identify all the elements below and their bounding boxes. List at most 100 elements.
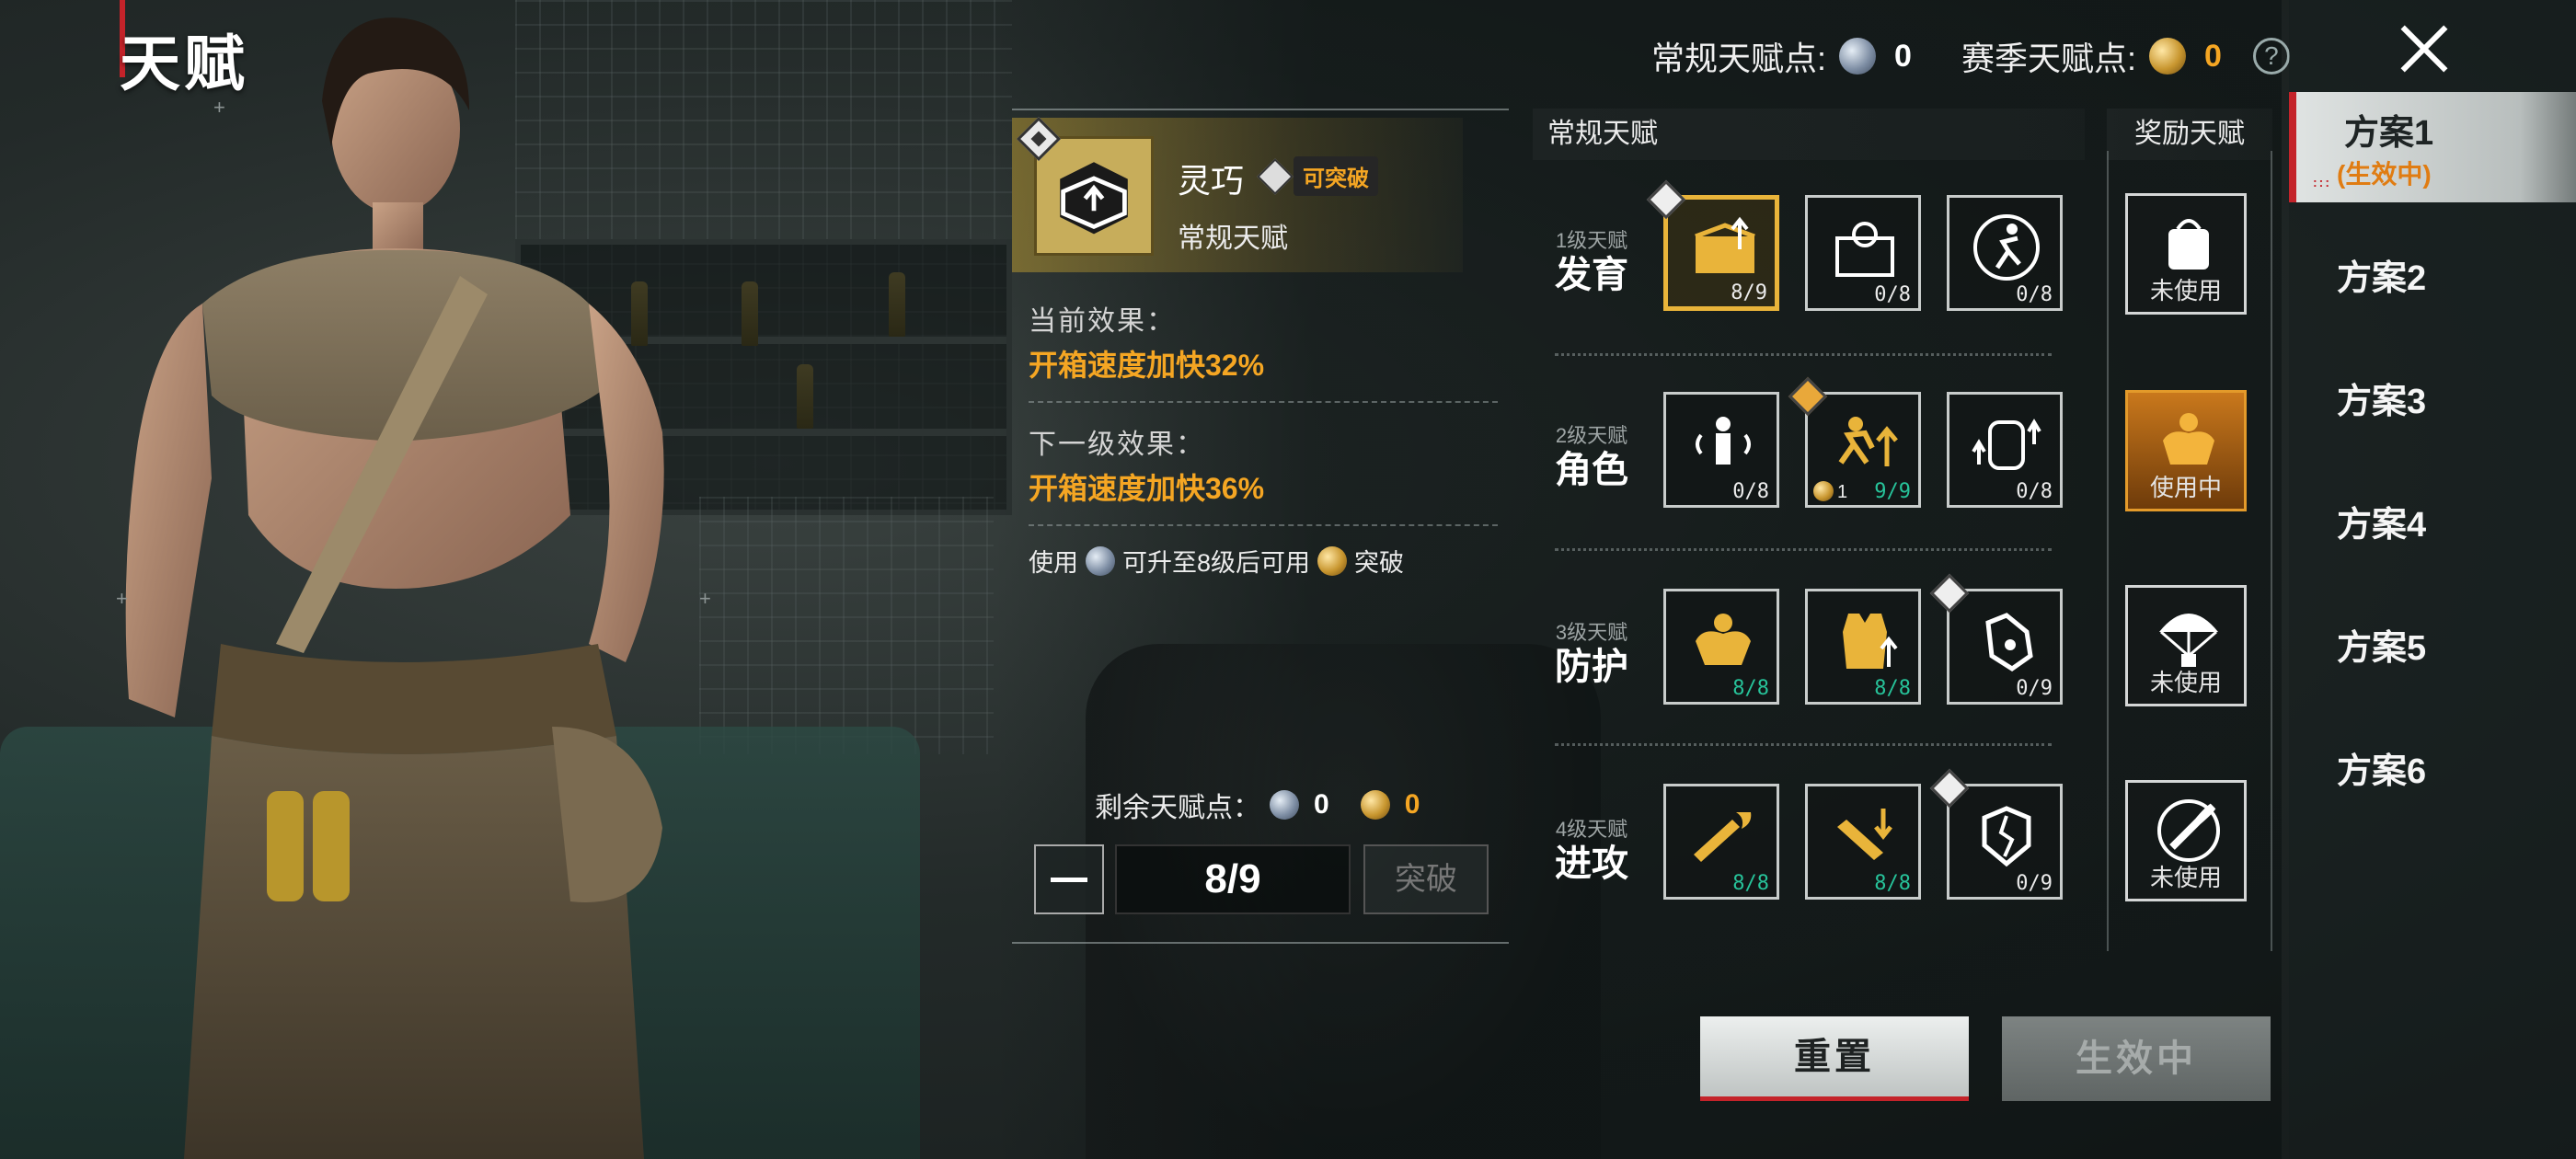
talent-count: 0/8 [1732, 480, 1769, 503]
scheme-list: 方案1 (生效中) ::: 方案2 方案3 方案4 方案5 方案6 [2289, 0, 2576, 1159]
scheme-tab-2[interactable]: 方案2 [2289, 219, 2576, 329]
reward-status: 未使用 [2149, 277, 2222, 304]
gold-coin-icon [1317, 545, 1348, 576]
current-effect-label: 当前效果： [1029, 306, 1176, 337]
gold-coin-icon [1813, 481, 1834, 501]
decrease-level-button[interactable] [1034, 844, 1104, 914]
remaining-gold: 0 [1404, 789, 1420, 820]
talent-name: 灵巧 [1178, 162, 1245, 200]
bag-icon [2168, 219, 2209, 270]
current-effect-value: 开箱速度加快32% [1029, 349, 1265, 382]
frame-line [1012, 942, 1509, 944]
scheme-label: 方案6 [2337, 752, 2427, 791]
vest-icon [1843, 614, 1898, 669]
supply-box-icon [1695, 216, 1755, 273]
talent-count: 0/9 [2016, 677, 2053, 700]
breakthrough-button[interactable]: 突破 [1363, 844, 1489, 914]
talent-supply-box[interactable]: 8/9 [1663, 195, 1779, 311]
silver-coin-icon [1270, 790, 1299, 820]
scheme-tab-5[interactable]: 方案5 [2289, 589, 2576, 699]
row-name: 进攻 [1555, 843, 1628, 884]
rifle-fire-icon [1694, 812, 1752, 862]
gold-coin-icon [2148, 38, 2186, 75]
row-name: 发育 [1555, 255, 1628, 295]
talent-soldier-sound[interactable]: 0/8 [1663, 392, 1779, 508]
scheme-label: 方案3 [2337, 382, 2427, 421]
next-effect-value: 开箱速度加快36% [1029, 472, 1265, 505]
regular-points-label: 常规天赋点: [1651, 40, 1827, 77]
talent-level-display: 8/9 [1115, 844, 1351, 914]
scheme-label: 方案5 [2337, 628, 2427, 668]
scheme-dots-decoration: ::: [2313, 175, 2331, 189]
reward-talent-2[interactable]: 使用中 [2125, 390, 2247, 511]
talent-shield-break[interactable]: 0/9 [1947, 784, 2063, 900]
talent-rifle-fire[interactable]: 8/8 [1663, 784, 1779, 900]
talent-count: 8/8 [1732, 872, 1769, 895]
frame-line [1012, 109, 1509, 110]
help-icon[interactable]: ? [2252, 38, 2290, 75]
scheme-tab-3[interactable]: 方案3 [2289, 342, 2576, 453]
talent-points-bar: 常规天赋点: 0 赛季天赋点: 0 ? [1651, 35, 2290, 77]
close-button[interactable] [2383, 9, 2466, 83]
soldier-sound-icon [1696, 417, 1751, 465]
bullet-icon [2157, 799, 2220, 862]
regular-talents-header: 常规天赋 [1533, 109, 2085, 160]
row-label-attack: 4级天赋 进攻 [1546, 813, 1638, 885]
talent-runner[interactable]: 0/8 [1947, 195, 2063, 311]
scheme-label: 方案2 [2337, 258, 2427, 298]
talent-count: 0/8 [2016, 480, 2053, 503]
talent-glove[interactable]: 0/9 [1947, 589, 2063, 705]
talent-strength[interactable]: 8/8 [1663, 589, 1779, 705]
row-label-character: 2级天赋 角色 [1546, 419, 1638, 491]
scheme-tab-6[interactable]: 方案6 [2289, 712, 2576, 822]
row-level: 3级天赋 [1555, 621, 1628, 644]
reward-status: 未使用 [2149, 669, 2222, 696]
breakthrough-note: 使用 可升至8级后可用 突破 [1029, 543, 1404, 579]
runner-icon [1973, 214, 2040, 281]
silver-coin-icon [1839, 38, 1877, 75]
scheme-tab-1[interactable]: 方案1 (生效中) ::: [2289, 92, 2576, 202]
divider [1029, 401, 1498, 403]
remaining-label: 剩余天赋点： [1095, 793, 1260, 823]
note-prefix: 使用 [1029, 549, 1078, 577]
breakthrough-badge: 可突破 [1257, 156, 1378, 196]
page-title: 天赋 [120, 29, 248, 98]
rifle-down-icon [1837, 809, 1892, 860]
glove-icon [1985, 613, 2033, 672]
row-name: 角色 [1555, 450, 1628, 490]
crosshair-decoration: + [116, 587, 128, 610]
reward-talent-3[interactable]: 未使用 [2125, 585, 2247, 706]
regular-points-value: 0 [1894, 38, 1912, 74]
talent-count: 8/9 [1731, 281, 1767, 304]
row-label-development: 1级天赋 发育 [1546, 224, 1638, 296]
talent-detail-header: 灵巧 可突破 常规天赋 [1012, 116, 1463, 272]
reward-talent-1[interactable]: 未使用 [2125, 193, 2247, 315]
row-name: 防护 [1555, 647, 1628, 687]
supply-box-icon [1034, 136, 1154, 256]
row-level: 4级天赋 [1555, 818, 1628, 841]
scheme-label: 方案4 [2337, 505, 2427, 545]
talent-rifle-down[interactable]: 8/8 [1805, 784, 1921, 900]
talent-count: 8/8 [1874, 677, 1911, 700]
talent-backpack[interactable]: 0/8 [1947, 392, 2063, 508]
reward-talent-4[interactable]: 未使用 [2125, 780, 2247, 901]
remaining-silver: 0 [1314, 789, 1329, 820]
gold-coin-icon [1360, 790, 1390, 820]
talent-count: 0/8 [2016, 283, 2053, 306]
talent-vest[interactable]: 8/8 [1805, 589, 1921, 705]
tile-coin-count: 1 [1837, 482, 1848, 502]
row-level: 2级天赋 [1555, 424, 1628, 447]
wall-grid-lower [699, 497, 994, 754]
reset-button[interactable]: 重置 [1700, 1016, 1969, 1101]
talent-loot-crate[interactable]: 0/8 [1805, 195, 1921, 311]
reward-status: 未使用 [2149, 864, 2222, 891]
talent-sprint[interactable]: 1 9/9 [1805, 392, 1921, 508]
note-middle: 可升至8级后可用 [1122, 549, 1311, 577]
scheme-tab-4[interactable]: 方案4 [2289, 465, 2576, 576]
apply-button[interactable]: 生效中 [2002, 1016, 2271, 1101]
talent-count: 0/8 [1874, 283, 1911, 306]
season-points-value: 0 [2203, 38, 2222, 74]
parachute-icon [2159, 614, 2218, 667]
scheme-status: (生效中) [2337, 159, 2432, 189]
backpack-up-icon [1972, 419, 2041, 470]
